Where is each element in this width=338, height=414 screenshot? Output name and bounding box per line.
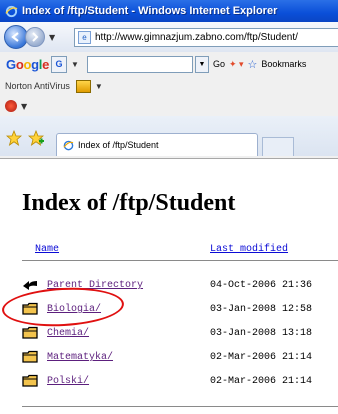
page-heading: Index of /ftp/Student bbox=[22, 190, 236, 216]
column-header-last-modified[interactable]: Last modified bbox=[210, 244, 288, 255]
norton-shield-icon[interactable] bbox=[75, 79, 91, 93]
modified-date: 04-Oct-2006 21:36 bbox=[210, 280, 313, 291]
forward-button[interactable] bbox=[25, 27, 45, 47]
norton-label: Norton AntiVirus bbox=[5, 81, 70, 91]
google-menu-dropdown-icon[interactable]: ▼ bbox=[71, 60, 79, 69]
address-bar[interactable]: e http://www.gimnazjum.zabno.com/ftp/Stu… bbox=[74, 28, 338, 47]
modified-date: 03-Jan-2008 12:58 bbox=[210, 304, 313, 315]
column-header-name[interactable]: Name bbox=[35, 244, 59, 255]
extra-toolbar: ▼ bbox=[0, 96, 338, 116]
google-logo: Google bbox=[6, 56, 50, 72]
bookmarks-star-icon[interactable]: ☆ bbox=[248, 58, 258, 71]
tab-label: Index of /ftp/Student bbox=[78, 140, 159, 150]
folder-link-chemia[interactable]: Chemia/ bbox=[47, 328, 89, 339]
header-divider bbox=[22, 260, 338, 261]
favorites-star-icon[interactable] bbox=[6, 130, 22, 146]
google-menu-icon[interactable]: G bbox=[51, 55, 68, 73]
google-search-input[interactable] bbox=[86, 55, 193, 73]
google-tools-icon[interactable]: ✦ ▾ bbox=[229, 59, 244, 70]
new-tab-button[interactable] bbox=[262, 137, 294, 156]
tab-row: Index of /ftp/Student bbox=[0, 116, 338, 156]
browser-chrome: ▼ e http://www.gimnazjum.zabno.com/ftp/S… bbox=[0, 22, 338, 159]
norton-toolbar: Norton AntiVirus ▼ bbox=[0, 76, 338, 96]
modified-date: 03-Jan-2008 13:18 bbox=[210, 328, 313, 339]
folder-link-matematyka[interactable]: Matematyka/ bbox=[47, 352, 113, 363]
tab-active[interactable]: Index of /ftp/Student bbox=[56, 133, 258, 156]
modified-date: 02-Mar-2006 21:14 bbox=[210, 352, 313, 363]
google-bookmarks-button[interactable]: Bookmarks bbox=[261, 59, 306, 69]
history-dropdown-icon[interactable]: ▼ bbox=[49, 33, 55, 42]
extension-dropdown-icon[interactable]: ▼ bbox=[21, 102, 27, 111]
back-arrow-icon bbox=[11, 32, 19, 42]
window-title: Index of /ftp/Student - Windows Internet… bbox=[22, 5, 278, 17]
folder-icon bbox=[22, 350, 38, 363]
google-go-button[interactable]: Go bbox=[213, 59, 225, 69]
ie-logo-icon bbox=[5, 5, 18, 17]
window-title-bar[interactable]: Index of /ftp/Student - Windows Internet… bbox=[0, 0, 338, 22]
list-item-polski: Polski/ 02-Mar-2006 21:14 bbox=[0, 370, 338, 394]
folder-link-polski[interactable]: Polski/ bbox=[47, 376, 89, 387]
add-favorite-icon[interactable] bbox=[28, 130, 44, 146]
back-arrow-icon bbox=[23, 281, 37, 290]
page-content: Index of /ftp/Student Name Last modified… bbox=[0, 160, 338, 414]
extension-icon[interactable] bbox=[5, 100, 17, 112]
modified-date: 02-Mar-2006 21:14 bbox=[210, 376, 313, 387]
page-icon: e bbox=[78, 31, 91, 44]
address-url: http://www.gimnazjum.zabno.com/ftp/Stude… bbox=[95, 32, 298, 43]
google-toolbar: Google G ▼ ▼ Go ✦ ▾ ☆ Bookmarks bbox=[0, 52, 338, 76]
norton-dropdown-icon[interactable]: ▼ bbox=[95, 82, 103, 91]
google-search-dropdown-icon[interactable]: ▼ bbox=[194, 55, 209, 73]
folder-icon bbox=[22, 374, 38, 387]
tab-page-icon bbox=[63, 140, 74, 150]
folder-icon bbox=[22, 326, 38, 339]
footer-divider bbox=[22, 406, 338, 407]
list-item-matematyka: Matematyka/ 02-Mar-2006 21:14 bbox=[0, 346, 338, 370]
forward-arrow-icon bbox=[32, 32, 39, 42]
navigation-bar: ▼ e http://www.gimnazjum.zabno.com/ftp/S… bbox=[0, 22, 338, 52]
